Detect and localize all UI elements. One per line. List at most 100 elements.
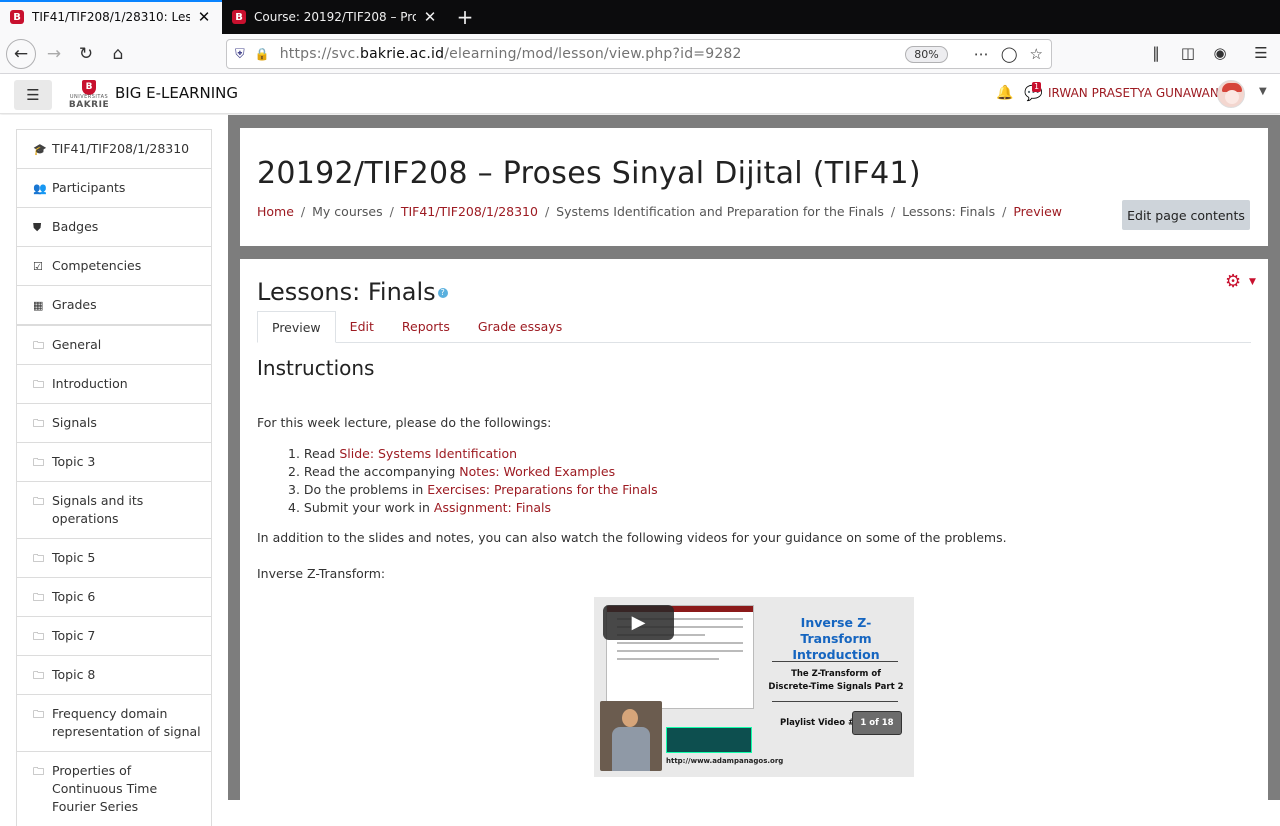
- play-icon[interactable]: ▶: [603, 605, 674, 640]
- sidebar-item-general[interactable]: 🗀 General: [16, 324, 212, 364]
- video-topic-label: Inverse Z-Transform:: [257, 566, 386, 581]
- sidebar-item-participants[interactable]: 👥 Participants: [16, 168, 212, 207]
- sidebar-item-topic-3[interactable]: 🗀 Topic 3: [16, 442, 212, 481]
- tab-edit[interactable]: Edit: [336, 311, 388, 343]
- video-title: Inverse Z-Transform Introduction: [792, 615, 880, 662]
- close-tab-icon[interactable]: ✕: [422, 8, 438, 26]
- sidebar-item-label: Introduction: [52, 376, 128, 391]
- edit-page-contents-button[interactable]: Edit page contents: [1122, 200, 1250, 230]
- close-tab-icon[interactable]: ✕: [196, 8, 212, 26]
- chevron-down-icon[interactable]: ▼: [1259, 86, 1267, 97]
- sidebar-item-label: Signals and its operations: [52, 493, 144, 526]
- sidebar-item-frequency-domain-representation-of-signal[interactable]: 🗀 Frequency domain representation of sign…: [16, 694, 212, 751]
- sidebar-item-label: Topic 3: [52, 454, 96, 469]
- table-icon: ▦: [33, 299, 44, 312]
- drawer-toggle-button[interactable]: ☰: [14, 80, 52, 110]
- lesson-title-text: Lessons: Finals: [257, 278, 436, 306]
- user-name[interactable]: IRWAN PRASETYA GUNAWAN: [1048, 86, 1219, 100]
- step-link[interactable]: Exercises: Preparations for the Finals: [427, 482, 657, 497]
- step-link[interactable]: Slide: Systems Identification: [339, 446, 517, 461]
- bookmark-star-icon[interactable]: ☆: [1030, 45, 1043, 63]
- graduation-cap-icon: 🎓: [33, 143, 47, 156]
- video-subtitle: The Z-Transform of Discrete-Time Signals…: [768, 669, 904, 692]
- breadcrumb-lesson[interactable]: Lessons: Finals: [902, 204, 995, 219]
- browser-tab-lesson[interactable]: B TIF41/TIF208/1/28310: Lesson ✕: [0, 0, 222, 34]
- step-number: 1.: [288, 446, 300, 461]
- step-link[interactable]: Assignment: Finals: [434, 500, 551, 515]
- url-bar[interactable]: ⛨ 🔒 https://svc.bakrie.ac.id/elearning/m…: [226, 39, 1052, 69]
- avatar[interactable]: [1217, 80, 1245, 108]
- sidebar-item-label: Topic 5: [52, 550, 96, 565]
- gear-icon[interactable]: ⚙: [1225, 271, 1241, 292]
- sidebar-item-competencies[interactable]: ☑ Competencies: [16, 246, 212, 285]
- instruction-steps: 1. Read Slide: Systems Identification 2.…: [288, 445, 658, 517]
- folder-icon: 🗀: [33, 417, 44, 430]
- account-icon[interactable]: ◉: [1210, 44, 1230, 62]
- browser-tab-course[interactable]: B Course: 20192/TIF208 – Proses ✕: [222, 0, 448, 34]
- sidebar-toggle-icon[interactable]: ◫: [1178, 44, 1198, 62]
- folder-icon: 🗀: [33, 630, 44, 643]
- breadcrumb-course[interactable]: TIF41/TIF208/1/28310: [401, 204, 538, 219]
- tab-reports[interactable]: Reports: [388, 311, 464, 343]
- sidebar-item-topic-5[interactable]: 🗀 Topic 5: [16, 538, 212, 577]
- home-button[interactable]: ⌂: [104, 40, 132, 68]
- video-intro-text: In addition to the slides and notes, you…: [257, 530, 1007, 545]
- back-button[interactable]: ←: [6, 38, 36, 69]
- tab-preview[interactable]: Preview: [257, 311, 336, 343]
- sidebar-item-badges[interactable]: ⛊ Badges: [16, 207, 212, 246]
- sidebar-item-signals[interactable]: 🗀 Signals: [16, 403, 212, 442]
- main-region: 20192/TIF208 – Proses Sinyal Dijital (TI…: [228, 115, 1280, 806]
- breadcrumb: Home / My courses / TIF41/TIF208/1/28310/Sys…: [257, 204, 1063, 219]
- sidebar-item-introduction[interactable]: 🗀 Introduction: [16, 364, 212, 403]
- step-number: 3.: [288, 482, 300, 497]
- sidebar-item-topic-6[interactable]: 🗀 Topic 6: [16, 577, 212, 616]
- site-favicon-icon: B: [232, 10, 246, 24]
- folder-icon: 🗀: [33, 669, 44, 682]
- help-icon[interactable]: ?: [437, 288, 448, 298]
- sidebar-item-label: Topic 6: [52, 589, 96, 604]
- url-text[interactable]: https://svc.bakrie.ac.id/elearning/mod/l…: [280, 46, 906, 62]
- logo-mark: B: [82, 80, 96, 95]
- video-thumbnail[interactable]: ▶ http://www.adampanagos.org Inverse Z-T…: [594, 597, 914, 777]
- breadcrumb-section[interactable]: Systems Identification and Preparation f…: [556, 204, 884, 219]
- lesson-tabs: Preview Edit Reports Grade essays: [257, 311, 1251, 343]
- zoom-level-button[interactable]: 80%: [905, 45, 948, 63]
- chevron-down-icon[interactable]: ▼: [1249, 277, 1256, 287]
- list-item: 4. Submit your work in Assignment: Final…: [288, 499, 658, 517]
- menu-icon[interactable]: ☰: [1251, 44, 1271, 62]
- tracking-shield-icon[interactable]: ⛨: [235, 47, 245, 62]
- reload-button[interactable]: ↻: [72, 40, 100, 68]
- university-logo[interactable]: B UNIVERSITAS BAKRIE: [68, 80, 110, 110]
- breadcrumb-home[interactable]: Home: [257, 204, 294, 219]
- library-icon[interactable]: ‖: [1146, 44, 1166, 62]
- video-url-text: http://www.adampanagos.org: [666, 757, 784, 765]
- sidebar-item-signals-and-its-operations[interactable]: 🗀 Signals and its operations: [16, 481, 212, 538]
- sidebar-item-tif41-tif208-1-28310[interactable]: 🎓 TIF41/TIF208/1/28310: [16, 129, 212, 168]
- step-text: Read: [303, 446, 340, 461]
- lesson-content: Lessons: Finals? ⚙ ▼ Preview Edit Report…: [240, 246, 1268, 806]
- sidebar-item-label: Topic 7: [52, 628, 96, 643]
- folder-icon: 🗀: [33, 708, 44, 721]
- sidebar-item-properties-of-continuous-time-fourier-series[interactable]: 🗀 Properties of Continuous Time Fourier S…: [16, 751, 212, 826]
- list-item: 2. Read the accompanying Notes: Worked E…: [288, 463, 658, 481]
- notification-bell-icon[interactable]: 🔔: [996, 85, 1013, 101]
- new-tab-button[interactable]: +: [448, 0, 482, 34]
- sidebar-item-grades[interactable]: ▦ Grades: [16, 285, 212, 324]
- forward-button[interactable]: →: [40, 40, 68, 68]
- browser-tab-bar: B TIF41/TIF208/1/28310: Lesson ✕ B Cours…: [0, 0, 1280, 34]
- pocket-icon[interactable]: ◯: [1001, 45, 1018, 63]
- breadcrumb-my-courses[interactable]: My courses: [312, 204, 382, 219]
- folder-icon: 🗀: [33, 765, 44, 778]
- step-link[interactable]: Notes: Worked Examples: [459, 464, 615, 479]
- list-item: 1. Read Slide: Systems Identification: [288, 445, 658, 463]
- page-actions-icon[interactable]: ⋯: [974, 45, 989, 63]
- tab-grade-essays[interactable]: Grade essays: [464, 311, 576, 343]
- sidebar-item-topic-8[interactable]: 🗀 Topic 8: [16, 655, 212, 694]
- sidebar-item-label: Topic 8: [52, 667, 96, 682]
- message-count-badge: 1: [1032, 82, 1042, 92]
- course-nav-list: 🎓 TIF41/TIF208/1/28310 👥 Participants ⛊ Badge…: [16, 129, 212, 826]
- sidebar-item-topic-7[interactable]: 🗀 Topic 7: [16, 616, 212, 655]
- breadcrumb-preview[interactable]: Preview: [1013, 204, 1062, 219]
- lock-icon[interactable]: 🔒: [255, 47, 270, 61]
- site-name[interactable]: BIG E-LEARNING: [115, 84, 238, 102]
